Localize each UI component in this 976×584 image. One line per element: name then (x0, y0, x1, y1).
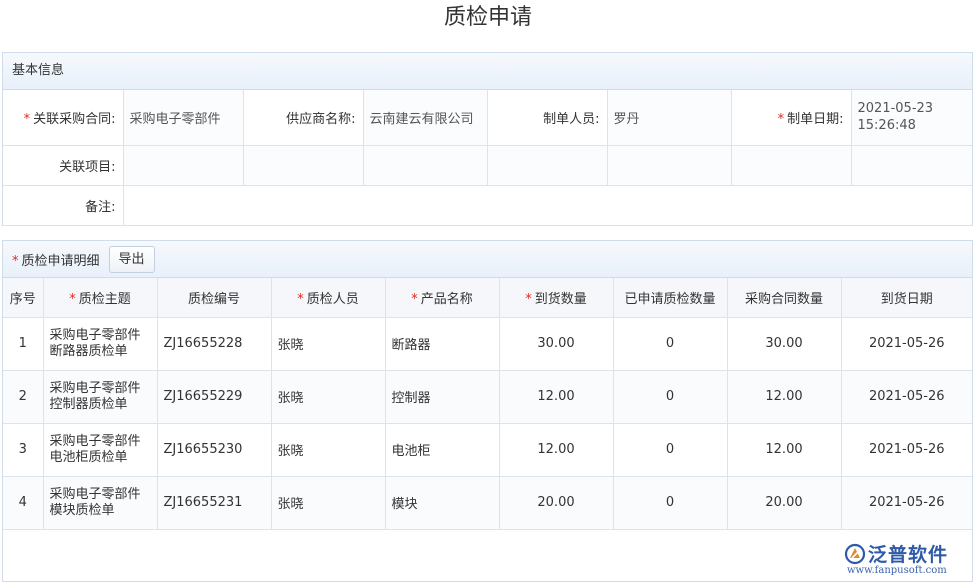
cell-product[interactable]: 电池柜 (384, 422, 500, 477)
basic-info-header: 基本信息 (3, 53, 972, 90)
table-row[interactable]: 1 采购电子零部件 断路器质检单 ZJ16655228 张晓 断路器 30.00 … (3, 316, 972, 371)
detail-table: 序号 * 质检主题 质检编号 * 质检人员 * 产品名称 * 到货数量 已申请质检数量 … (3, 278, 972, 530)
required-mark: * (525, 291, 532, 307)
cell-contract-qty: 12.00 (726, 422, 842, 477)
empty-cell (606, 144, 732, 186)
cell-arrival-qty[interactable]: 12.00 (498, 369, 614, 424)
required-mark: * (297, 291, 304, 307)
cell-arrival-date[interactable]: 2021-05-26 (840, 422, 972, 477)
supplier-label: 供应商名称: (242, 90, 364, 146)
required-mark: * (23, 111, 31, 127)
remark-label: 备注: (3, 184, 124, 226)
cell-arrival-qty[interactable]: 30.00 (498, 316, 614, 371)
date-field[interactable]: 2021-05-23 15:26:48 (850, 90, 972, 146)
empty-cell (242, 144, 364, 186)
cell-seq: 1 (3, 316, 44, 371)
cell-inspector[interactable]: 张晓 (270, 369, 386, 424)
cell-product[interactable]: 控制器 (384, 369, 500, 424)
cell-subject[interactable]: 采购电子零部件 电池柜质检单 (42, 422, 158, 477)
cell-code[interactable]: ZJ16655231 (156, 475, 272, 530)
brand-url: www.fanpusoft.com (847, 565, 947, 576)
basic-info-form: * 关联采购合同: 采购电子零部件 供应商名称: 云南建云有限公司 制单人员: 罗… (3, 90, 972, 226)
maker-label: 制单人员: (486, 90, 608, 146)
col-subject[interactable]: * 质检主题 (42, 278, 158, 318)
brand-name: 泛普软件 (868, 544, 949, 566)
col-applied-qty[interactable]: 已申请质检数量 (612, 278, 728, 318)
detail-title: * 质检申请明细 (12, 253, 100, 269)
brand-watermark: 泛普软件 www.fanpusoft.com (844, 542, 968, 578)
date-value-line1: 2021-05-23 (857, 101, 934, 117)
maker-field[interactable]: 罗丹 (606, 90, 732, 146)
cell-arrival-date[interactable]: 2021-05-26 (840, 316, 972, 371)
supplier-field[interactable]: 云南建云有限公司 (362, 90, 488, 146)
detail-panel: * 质检申请明细 导出 序号 * 质检主题 质检编号 * 质检人员 * 产品名称 * 到货… (2, 240, 973, 582)
cell-seq: 4 (3, 475, 44, 530)
col-arrival-date[interactable]: 到货日期 (840, 278, 972, 318)
cell-applied-qty: 0 (612, 422, 728, 477)
cell-inspector[interactable]: 张晓 (270, 422, 386, 477)
cell-contract-qty: 12.00 (726, 369, 842, 424)
cell-subject[interactable]: 采购电子零部件 模块质检单 (42, 475, 158, 530)
col-contract-qty[interactable]: 采购合同数量 (726, 278, 842, 318)
col-seq: 序号 (3, 278, 44, 318)
required-mark: * (12, 253, 19, 269)
cell-product[interactable]: 模块 (384, 475, 500, 530)
cell-product[interactable]: 断路器 (384, 316, 500, 371)
empty-cell (486, 144, 608, 186)
contract-field[interactable]: 采购电子零部件 (122, 90, 244, 146)
cell-applied-qty: 0 (612, 316, 728, 371)
col-code[interactable]: 质检编号 (156, 278, 272, 318)
required-mark: * (69, 291, 76, 307)
cell-code[interactable]: ZJ16655230 (156, 422, 272, 477)
cell-contract-qty: 20.00 (726, 475, 842, 530)
cell-inspector[interactable]: 张晓 (270, 316, 386, 371)
cell-seq: 3 (3, 422, 44, 477)
remark-field[interactable] (122, 184, 972, 226)
page-title: 质检申请 (443, 5, 532, 30)
cell-applied-qty: 0 (612, 369, 728, 424)
empty-cell (850, 144, 972, 186)
project-field[interactable] (122, 144, 244, 186)
table-row[interactable]: 4 采购电子零部件 模块质检单 ZJ16655231 张晓 模块 20.00 0 … (3, 475, 972, 530)
date-value-line2: 15:26:48 (857, 118, 916, 134)
brand-logo-icon (844, 543, 866, 565)
cell-inspector[interactable]: 张晓 (270, 475, 386, 530)
empty-cell (362, 144, 488, 186)
basic-info-panel: 基本信息 * 关联采购合同: 采购电子零部件 供应商名称: 云南建云有限公司 制单… (2, 52, 973, 226)
date-label: * 制单日期: (730, 90, 852, 146)
cell-code[interactable]: ZJ16655228 (156, 316, 272, 371)
cell-arrival-qty[interactable]: 12.00 (498, 422, 614, 477)
export-button[interactable]: 导出 (108, 245, 155, 273)
col-arrival-qty[interactable]: * 到货数量 (498, 278, 614, 318)
cell-code[interactable]: ZJ16655229 (156, 369, 272, 424)
cell-contract-qty: 30.00 (726, 316, 842, 371)
empty-cell (730, 144, 852, 186)
table-header-row: 序号 * 质检主题 质检编号 * 质检人员 * 产品名称 * 到货数量 已申请质检数量 … (3, 278, 972, 318)
required-mark: * (411, 291, 418, 307)
required-mark: * (777, 111, 785, 127)
detail-header: * 质检申请明细 导出 (3, 241, 972, 278)
cell-arrival-date[interactable]: 2021-05-26 (840, 369, 972, 424)
cell-arrival-date[interactable]: 2021-05-26 (840, 475, 972, 530)
table-row[interactable]: 2 采购电子零部件 控制器质检单 ZJ16655229 张晓 控制器 12.00 … (3, 369, 972, 424)
project-label: 关联项目: (3, 144, 124, 186)
cell-subject[interactable]: 采购电子零部件 断路器质检单 (42, 316, 158, 371)
cell-subject[interactable]: 采购电子零部件 控制器质检单 (42, 369, 158, 424)
cell-seq: 2 (3, 369, 44, 424)
cell-arrival-qty[interactable]: 20.00 (498, 475, 614, 530)
col-product[interactable]: * 产品名称 (384, 278, 500, 318)
col-inspector[interactable]: * 质检人员 (270, 278, 386, 318)
cell-applied-qty: 0 (612, 475, 728, 530)
table-row[interactable]: 3 采购电子零部件 电池柜质检单 ZJ16655230 张晓 电池柜 12.00 … (3, 422, 972, 477)
contract-label: * 关联采购合同: (3, 90, 124, 146)
